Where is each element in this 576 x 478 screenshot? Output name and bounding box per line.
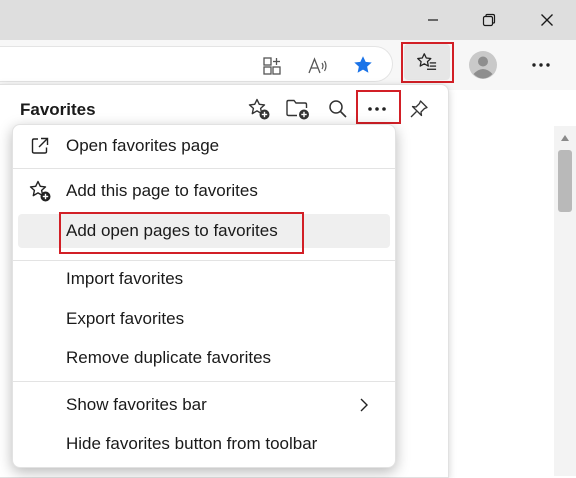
menu-item-import-favorites[interactable]: Import favorites xyxy=(18,262,390,296)
menu-separator xyxy=(13,260,395,261)
add-folder-icon xyxy=(286,99,309,120)
favorites-button-highlight xyxy=(401,42,454,83)
add-favorite-icon xyxy=(248,98,270,120)
menu-item-add-this-page[interactable]: Add this page to favorites xyxy=(18,174,390,208)
settings-more-button[interactable] xyxy=(526,52,556,78)
menu-item-label: Remove duplicate favorites xyxy=(66,348,272,367)
more-options-highlight xyxy=(356,90,401,124)
close-icon xyxy=(541,14,553,26)
search-favorites-button[interactable] xyxy=(322,94,354,124)
avatar-icon xyxy=(469,51,497,79)
restore-icon xyxy=(482,13,496,27)
menu-item-label: Import favorites xyxy=(66,269,184,288)
menu-item-label: Open favorites page xyxy=(66,136,220,155)
minimize-button[interactable] xyxy=(406,0,460,40)
add-folder-button[interactable] xyxy=(282,94,314,124)
more-icon xyxy=(532,63,550,67)
search-icon xyxy=(329,100,347,118)
star-filled-icon xyxy=(354,56,372,73)
menu-item-label: Hide favorites button from toolbar xyxy=(66,434,318,453)
menu-item-show-favorites-bar[interactable]: Show favorites bar xyxy=(18,388,390,422)
restore-button[interactable] xyxy=(462,0,516,40)
scroll-up-arrow[interactable] xyxy=(558,132,572,144)
pin-icon xyxy=(410,100,428,118)
address-bar[interactable] xyxy=(0,46,393,82)
menu-item-label: Add this page to favorites xyxy=(66,181,258,200)
menu-item-remove-duplicates[interactable]: Remove duplicate favorites xyxy=(18,341,390,375)
read-aloud-button[interactable] xyxy=(304,53,332,79)
favorite-star-button[interactable] xyxy=(349,52,377,78)
title-bar xyxy=(0,0,576,40)
close-button[interactable] xyxy=(520,0,574,40)
menu-item-label: Show favorites bar xyxy=(66,395,207,414)
menu-separator xyxy=(13,168,395,169)
minimize-icon xyxy=(428,19,438,21)
menu-item-label: Export favorites xyxy=(66,309,185,328)
open-external-icon xyxy=(28,134,52,158)
add-favorite-icon xyxy=(28,179,52,203)
chevron-right-icon xyxy=(358,397,370,418)
pin-pane-button[interactable] xyxy=(403,94,435,124)
browser-toolbar xyxy=(0,40,576,90)
favorites-title: Favorites xyxy=(20,100,96,119)
menu-item-hide-favorites-button[interactable]: Hide favorites button from toolbar xyxy=(18,427,390,461)
profile-button[interactable] xyxy=(466,48,500,82)
split-screen-button[interactable] xyxy=(258,53,286,79)
menu-separator xyxy=(13,381,395,382)
add-favorite-button[interactable] xyxy=(243,94,275,124)
menu-item-open-favorites-page[interactable]: Open favorites page xyxy=(18,129,390,163)
triangle-up-icon xyxy=(561,135,569,141)
split-screen-icon xyxy=(263,57,281,75)
menu-item-export-favorites[interactable]: Export favorites xyxy=(18,302,390,336)
add-open-pages-highlight xyxy=(59,212,304,254)
read-aloud-icon xyxy=(308,57,327,74)
scrollbar-thumb[interactable] xyxy=(558,150,572,212)
